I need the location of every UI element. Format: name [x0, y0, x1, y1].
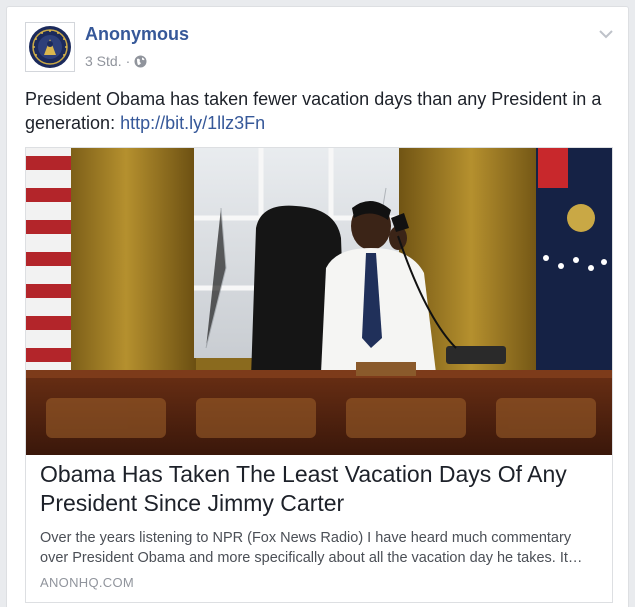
chevron-down-icon[interactable]	[598, 27, 614, 39]
author-name[interactable]: Anonymous	[85, 24, 189, 45]
preview-description: Over the years listening to NPR (Fox New…	[40, 530, 583, 566]
oval-office-photo	[26, 148, 612, 455]
post-link[interactable]: http://bit.ly/1llz3Fn	[120, 113, 265, 133]
post-text-body: President Obama has taken fewer vacation…	[25, 89, 602, 133]
post-card: Anonymous 3 Std. · President Obama has t…	[6, 6, 629, 607]
preview-image[interactable]	[26, 148, 612, 455]
preview-title[interactable]: Obama Has Taken The Least Vacation Days …	[40, 460, 600, 518]
post-text: President Obama has taken fewer vacation…	[25, 87, 615, 135]
preview-text: Obama Has Taken The Least Vacation Days …	[40, 460, 600, 590]
post-meta: 3 Std. ·	[85, 53, 147, 69]
post-timestamp[interactable]: 3 Std.	[85, 53, 122, 69]
globe-icon[interactable]	[134, 55, 147, 68]
meta-separator: ·	[125, 53, 131, 69]
anonymous-logo-icon	[29, 26, 71, 68]
author-avatar[interactable]	[25, 22, 75, 72]
link-preview[interactable]: Obama Has Taken The Least Vacation Days …	[25, 147, 613, 603]
preview-domain: ANONHQ.COM	[40, 575, 134, 590]
